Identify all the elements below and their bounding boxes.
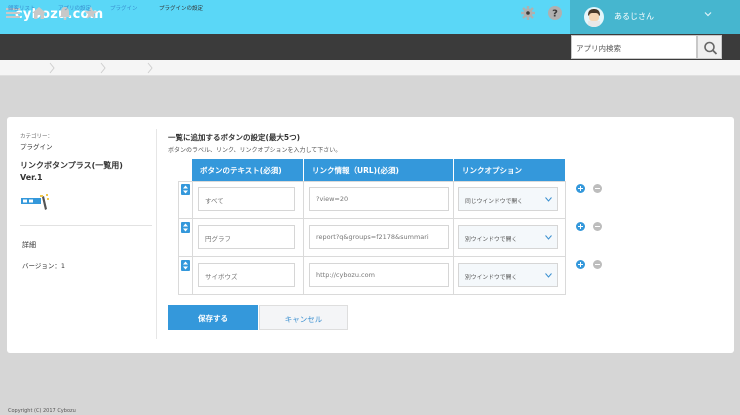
sort-handle-icon[interactable] — [181, 184, 190, 195]
remove-row-button[interactable] — [593, 184, 602, 193]
settings-title: 一覧に追加するボタンの設定(最大5つ) — [168, 133, 301, 142]
plugin-title: リンクボタンプラス(一覧用) Ver.1 — [20, 160, 160, 184]
breadcrumb-customer-list[interactable]: 顧客リスト — [8, 4, 36, 12]
user-menu[interactable]: あるじさん — [570, 0, 740, 34]
plugin-title-name: リンクボタンプラス(一覧用) — [20, 161, 123, 170]
sort-handle-icon[interactable] — [181, 260, 190, 271]
link-option-select[interactable]: 別ウインドウで開く — [458, 225, 558, 249]
remove-row-button[interactable] — [593, 260, 602, 269]
button-text-input[interactable]: すべて — [198, 187, 295, 211]
link-url-input[interactable]: ?view=20 — [309, 187, 449, 211]
breadcrumb-plugins[interactable]: プラグイン — [110, 4, 138, 12]
chevron-down-icon — [704, 12, 712, 17]
category-label: カテゴリー： — [20, 134, 54, 140]
breadcrumb-separator-icon — [100, 62, 106, 74]
help-icon[interactable]: ? — [547, 5, 563, 21]
svg-text:?: ? — [552, 9, 558, 20]
breadcrumb — [0, 60, 740, 76]
copyright-footer: Copyright (C) 2017 Cybozu — [8, 408, 76, 414]
column-header-button-text: ボタンのテキスト(必須) — [192, 159, 303, 181]
cancel-button[interactable]: キャンセル — [259, 305, 348, 330]
settings-description: ボタンのラベル、リンク、リンクオプションを入力して下さい。 — [168, 147, 342, 154]
remove-row-button[interactable] — [593, 222, 602, 231]
breadcrumb-plugin-settings: プラグインの設定 — [159, 6, 204, 12]
chevron-down-icon — [545, 197, 552, 202]
link-option-value: 別ウインドウで開く — [465, 275, 518, 281]
link-option-select[interactable]: 同じウインドウで開く — [458, 187, 558, 211]
link-option-value: 同じウインドウで開く — [465, 199, 523, 205]
button-text-input[interactable]: 円グラフ — [198, 225, 295, 249]
chevron-down-icon — [545, 273, 552, 278]
link-option-select[interactable]: 別ウインドウで開く — [458, 263, 558, 287]
category-value: プラグイン — [20, 143, 53, 151]
divider — [20, 225, 152, 226]
app-search-input[interactable]: アプリ内検索 — [571, 35, 697, 59]
vertical-divider — [156, 129, 157, 339]
breadcrumb-separator-icon — [147, 62, 153, 74]
save-button[interactable]: 保存する — [168, 305, 258, 330]
breadcrumb-separator-icon — [49, 62, 55, 74]
search-button[interactable] — [697, 35, 722, 59]
plugin-title-version: Ver.1 — [20, 173, 43, 182]
details-link[interactable]: 詳細 — [22, 240, 36, 250]
user-avatar — [584, 7, 604, 27]
plugin-version: バージョン：1 — [22, 262, 66, 270]
search-icon — [704, 41, 718, 55]
add-row-button[interactable] — [576, 184, 585, 193]
column-header-link-option: リンクオプション — [454, 159, 565, 181]
link-url-input[interactable]: report?q&groups=f2178&summari — [309, 225, 449, 249]
link-url-input[interactable]: http://cybozu.com — [309, 263, 449, 287]
plugin-icon — [21, 194, 49, 210]
add-row-button[interactable] — [576, 222, 585, 231]
sort-handle-icon[interactable] — [181, 222, 190, 233]
column-header-link-url: リンク情報（URL)(必須) — [304, 159, 453, 181]
user-name: あるじさん — [614, 12, 654, 21]
button-text-input[interactable]: サイボウズ — [198, 263, 295, 287]
breadcrumb-app-settings[interactable]: アプリの設定 — [58, 4, 91, 12]
link-option-value: 別ウインドウで開く — [465, 237, 518, 243]
gear-icon[interactable] — [520, 5, 536, 21]
add-row-button[interactable] — [576, 260, 585, 269]
chevron-down-icon — [545, 235, 552, 240]
